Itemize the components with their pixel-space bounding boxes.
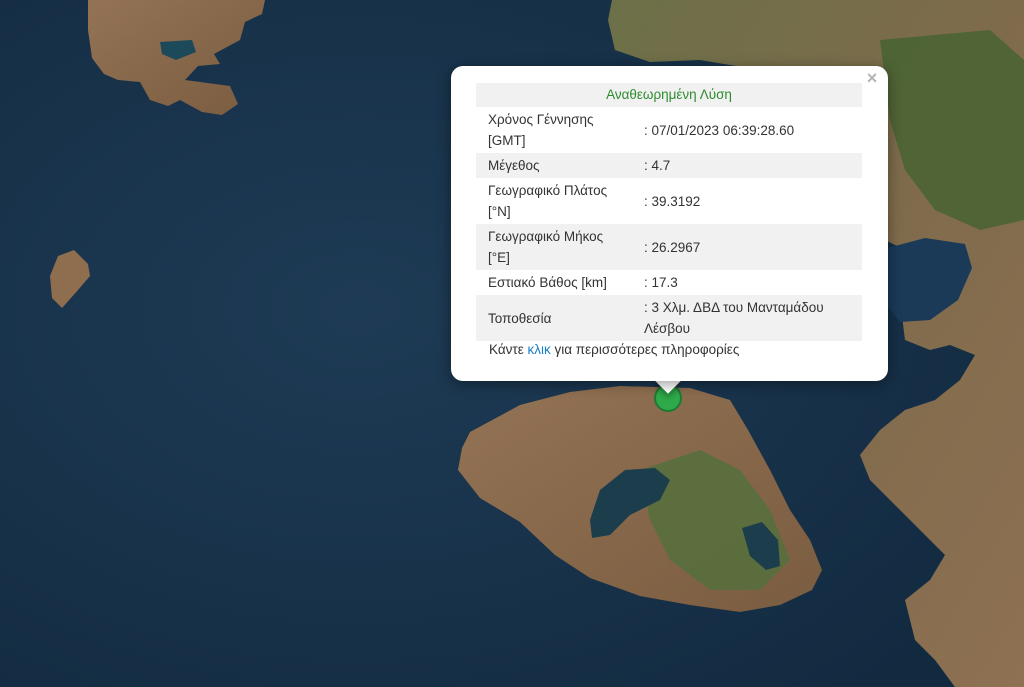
close-icon[interactable]: × — [864, 69, 880, 87]
earthquake-popup: × Αναθεωρημένη Λύση Χρόνος Γέννησης [GMT… — [451, 66, 888, 381]
more-info-prefix: Κάντε — [489, 342, 528, 357]
table-row: Χρόνος Γέννησης [GMT] : 07/01/2023 06:39… — [476, 107, 862, 153]
more-info-text: Κάντε κλικ για περισσότερες πληροφορίες — [489, 342, 739, 357]
more-info-suffix: για περισσότερες πληροφορίες — [550, 342, 740, 357]
depth-label: Εστιακό Βάθος [km] — [476, 270, 636, 295]
table-row: Γεωγραφικό Πλάτος [°N] : 39.3192 — [476, 178, 862, 224]
table-row: Τοποθεσία : 3 Χλμ. ΔΒΔ του Μανταμάδου Λέ… — [476, 295, 862, 341]
location-value: : 3 Χλμ. ΔΒΔ του Μανταμάδου Λέσβου — [636, 295, 862, 341]
popup-title: Αναθεωρημένη Λύση — [476, 83, 862, 107]
popup-header-row: Αναθεωρημένη Λύση — [476, 83, 862, 107]
location-label: Τοποθεσία — [476, 295, 636, 341]
latitude-value: : 39.3192 — [636, 178, 862, 224]
table-row: Εστιακό Βάθος [km] : 17.3 — [476, 270, 862, 295]
table-row: Μέγεθος : 4.7 — [476, 153, 862, 178]
longitude-value: : 26.2967 — [636, 224, 862, 270]
table-row: Γεωγραφικό Μήκος [°E] : 26.2967 — [476, 224, 862, 270]
longitude-label: Γεωγραφικό Μήκος [°E] — [476, 224, 636, 270]
origin-time-value: : 07/01/2023 06:39:28.60 — [636, 107, 862, 153]
more-info-link[interactable]: κλικ — [528, 342, 551, 357]
magnitude-value: : 4.7 — [636, 153, 862, 178]
magnitude-label: Μέγεθος — [476, 153, 636, 178]
origin-time-label: Χρόνος Γέννησης [GMT] — [476, 107, 636, 153]
info-table: Αναθεωρημένη Λύση Χρόνος Γέννησης [GMT] … — [476, 83, 862, 341]
latitude-label: Γεωγραφικό Πλάτος [°N] — [476, 178, 636, 224]
depth-value: : 17.3 — [636, 270, 862, 295]
